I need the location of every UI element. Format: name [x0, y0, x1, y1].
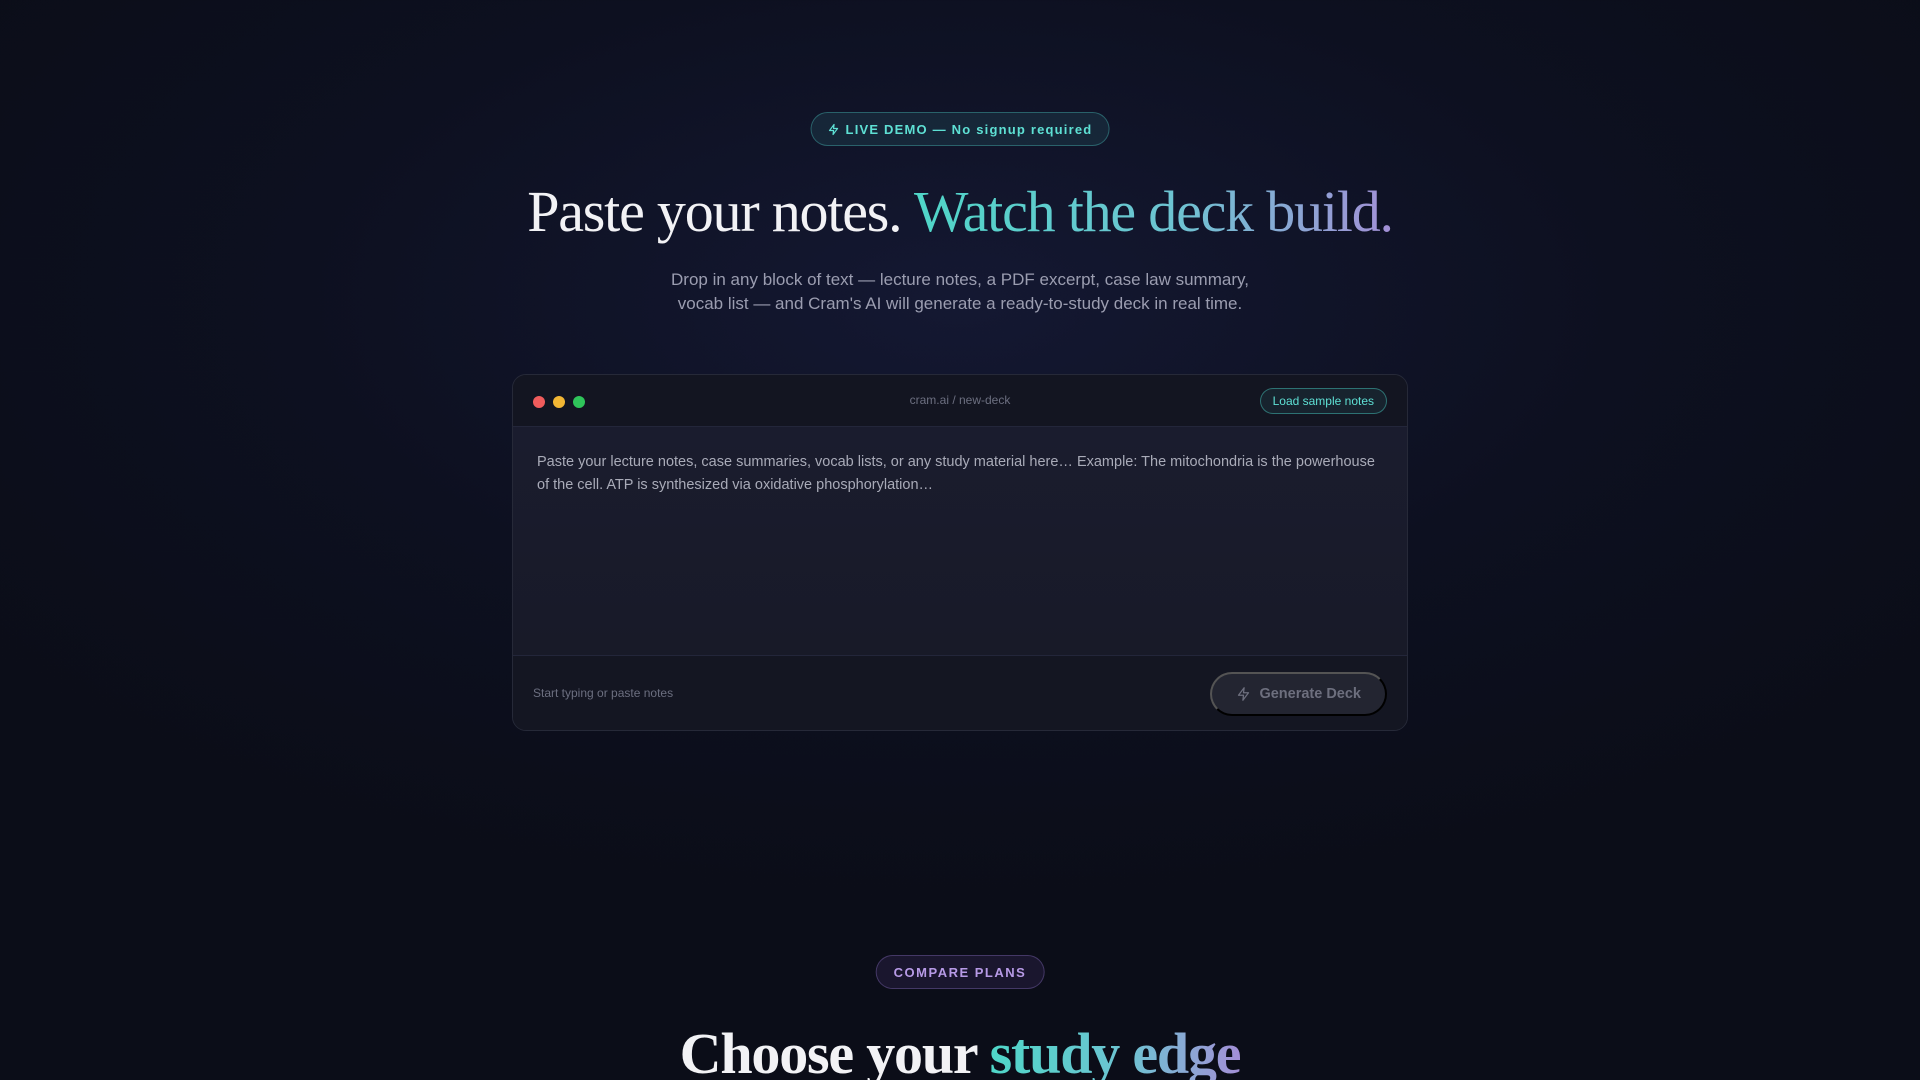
- load-sample-notes-button[interactable]: Load sample notes: [1259, 388, 1387, 414]
- hero-title-plain: Paste your notes.: [527, 179, 914, 244]
- hero-subtitle: Drop in any block of text — lecture note…: [650, 268, 1270, 316]
- compare-plans-badge-text: COMPARE PLANS: [893, 964, 1027, 980]
- bolt-icon: [1236, 686, 1251, 702]
- generate-deck-button[interactable]: Generate Deck: [1210, 672, 1387, 716]
- notes-placeholder: Paste your lecture notes, case summaries…: [537, 454, 1375, 493]
- hero-title: Paste your notes. Watch the deck build.: [0, 178, 1920, 245]
- notes-editor: cram.ai / new-deck Load sample notes Pas…: [512, 374, 1408, 731]
- editor-titlebar: cram.ai / new-deck Load sample notes: [513, 375, 1407, 427]
- hero-title-highlight: Watch the deck build.: [913, 179, 1394, 244]
- live-demo-badge: LIVE DEMO — No signup required: [810, 112, 1110, 146]
- hero-subtitle-line-1: Drop in any block of text — lecture note…: [671, 270, 1249, 289]
- editor-status: Start typing or paste notes: [533, 686, 674, 700]
- generate-deck-label: Generate Deck: [1259, 686, 1361, 702]
- compare-plans-badge: COMPARE PLANS: [875, 955, 1045, 989]
- notes-textarea[interactable]: Paste your lecture notes, case summaries…: [513, 427, 1407, 655]
- plans-title-plain: Choose your: [679, 1021, 990, 1080]
- live-demo-badge-text: LIVE DEMO — No signup required: [845, 121, 1093, 137]
- plans-title: Choose your study edge: [0, 1020, 1920, 1080]
- plans-title-highlight: study edge: [990, 1021, 1242, 1080]
- bolt-icon: [828, 123, 840, 136]
- hero-subtitle-line-2: vocab list — and Cram's AI will generate…: [677, 294, 1243, 313]
- editor-footer: Start typing or paste notes Generate Dec…: [513, 655, 1407, 730]
